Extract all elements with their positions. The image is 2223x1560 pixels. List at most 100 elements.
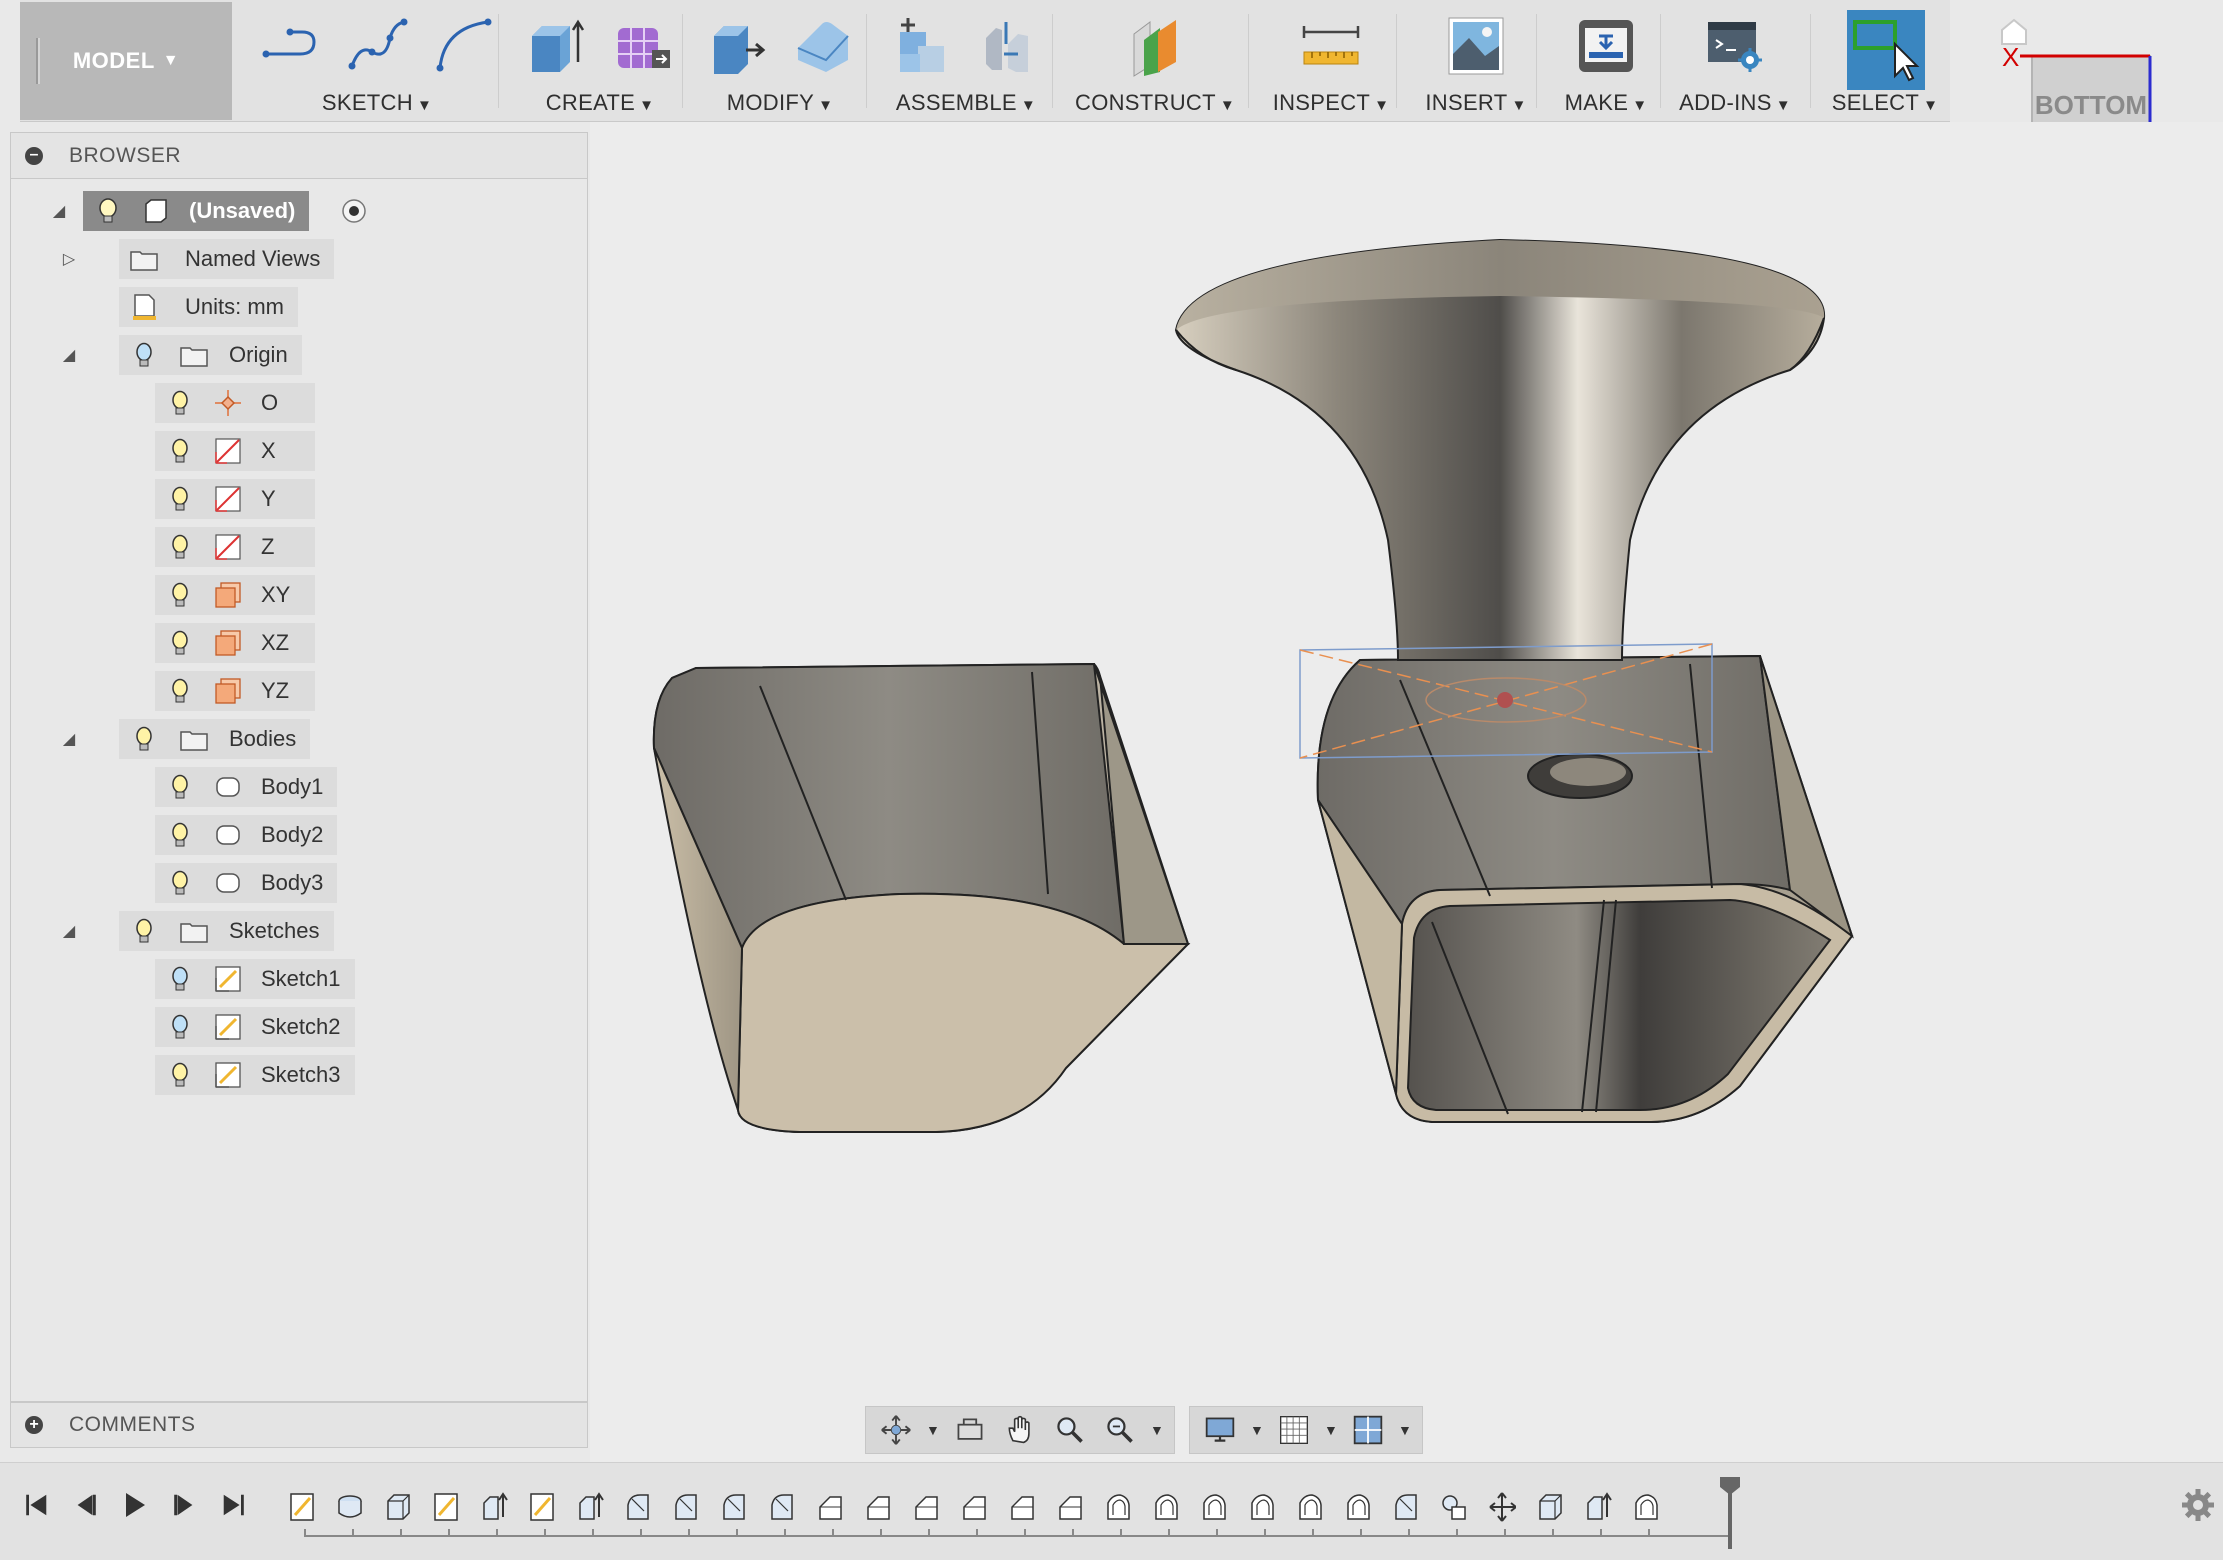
insert-image-icon[interactable]: [1445, 14, 1507, 78]
modify-menu-label[interactable]: MODIFY: [727, 90, 814, 115]
lightbulb-icon[interactable]: [165, 532, 195, 562]
timeline-shell-feature-icon[interactable]: [1296, 1491, 1324, 1523]
timeline-chamfer-feature-icon[interactable]: [1056, 1491, 1084, 1523]
orbit-icon[interactable]: [876, 1412, 916, 1448]
sketches-node[interactable]: Sketches: [119, 911, 334, 951]
expand-triangle-icon[interactable]: ◢: [59, 345, 79, 365]
timeline-shell-feature-icon[interactable]: [1200, 1491, 1228, 1523]
radio-active-icon[interactable]: [339, 196, 369, 226]
collapse-icon[interactable]: –: [25, 146, 43, 165]
inspect-menu-label[interactable]: INSPECT: [1273, 90, 1370, 115]
new-component-icon[interactable]: [892, 14, 954, 78]
timeline-extrude-feature-icon[interactable]: [576, 1491, 604, 1523]
timeline-sketch-feature-icon[interactable]: [528, 1491, 556, 1523]
create-menu-label[interactable]: CREATE: [546, 90, 635, 115]
timeline-chamfer-feature-icon[interactable]: [912, 1491, 940, 1523]
timeline-sketch-feature-icon[interactable]: [288, 1491, 316, 1523]
lightbulb-icon[interactable]: [165, 676, 195, 706]
timeline-chamfer-feature-icon[interactable]: [816, 1491, 844, 1523]
arc-sketch-icon[interactable]: [432, 14, 494, 78]
named-views-node[interactable]: Named Views: [119, 239, 335, 279]
timeline-move-feature-icon[interactable]: [1488, 1491, 1516, 1523]
lightbulb-icon[interactable]: [165, 1012, 195, 1042]
units-node[interactable]: Units: mm: [119, 287, 298, 327]
chevron-down-icon[interactable]: ▼: [926, 1422, 940, 1438]
activate-radio[interactable]: [339, 191, 369, 231]
chevron-down-icon[interactable]: ▼: [1398, 1422, 1412, 1438]
step-forward-icon[interactable]: [164, 1485, 204, 1525]
workspace-switcher-button[interactable]: MODEL ▼: [20, 2, 232, 120]
home-icon[interactable]: [2001, 18, 2027, 45]
lightbulb-icon[interactable]: [165, 388, 195, 418]
timeline-combine-feature-icon[interactable]: [1440, 1491, 1468, 1523]
assemble-menu-label[interactable]: ASSEMBLE: [896, 90, 1017, 115]
joint-icon[interactable]: [978, 14, 1040, 78]
timeline-fillet-feature-icon[interactable]: [1392, 1491, 1420, 1523]
timeline-extrude-feature-icon[interactable]: [1584, 1491, 1612, 1523]
lightbulb-icon[interactable]: [165, 772, 195, 802]
lightbulb-icon[interactable]: [165, 964, 195, 994]
skip-to-end-icon[interactable]: [214, 1485, 254, 1525]
measure-icon[interactable]: [1300, 14, 1362, 78]
lightbulb-icon[interactable]: [129, 724, 159, 754]
body-left-block[interactable]: [652, 662, 1191, 1133]
sketch-item[interactable]: Sketch2: [155, 1007, 355, 1047]
lightbulb-icon[interactable]: [165, 868, 195, 898]
timeline-sketch-feature-icon[interactable]: [432, 1491, 460, 1523]
timeline-shell-feature-icon[interactable]: [1632, 1491, 1660, 1523]
expand-triangle-icon[interactable]: ◢: [49, 201, 69, 221]
lightbulb-icon[interactable]: [165, 1060, 195, 1090]
line-sketch-icon[interactable]: [260, 14, 322, 78]
origin-item-y[interactable]: Y: [155, 479, 315, 519]
browser-header[interactable]: – BROWSER: [11, 133, 587, 179]
spline-sketch-icon[interactable]: [346, 14, 408, 78]
body-right-block[interactable]: [1316, 654, 1854, 1123]
pan-hand-icon[interactable]: [1000, 1412, 1040, 1448]
zoom-icon[interactable]: [1050, 1412, 1090, 1448]
lightbulb-icon[interactable]: [129, 916, 159, 946]
origin-item-z[interactable]: Z: [155, 527, 315, 567]
make-menu-label[interactable]: MAKE: [1565, 90, 1629, 115]
origin-item-xy[interactable]: XY: [155, 575, 315, 615]
lightbulb-icon[interactable]: [165, 628, 195, 658]
body-item[interactable]: Body1: [155, 767, 338, 807]
viewports-icon[interactable]: [1348, 1412, 1388, 1448]
origin-item-xz[interactable]: XZ: [155, 623, 315, 663]
timeline-shell-feature-icon[interactable]: [1344, 1491, 1372, 1523]
timeline-shell-feature-icon[interactable]: [1104, 1491, 1132, 1523]
lightbulb-icon[interactable]: [165, 484, 195, 514]
extrude-icon[interactable]: [526, 14, 588, 78]
timeline-fillet-feature-icon[interactable]: [624, 1491, 652, 1523]
construct-menu-label[interactable]: CONSTRUCT: [1075, 90, 1216, 115]
timeline-fillet-feature-icon[interactable]: [672, 1491, 700, 1523]
tree-root-node[interactable]: (Unsaved): [83, 191, 310, 231]
lightbulb-icon[interactable]: [165, 820, 195, 850]
offset-plane-icon[interactable]: [1124, 14, 1186, 78]
press-pull-icon[interactable]: [706, 14, 768, 78]
chevron-down-icon[interactable]: ▼: [1150, 1422, 1164, 1438]
form-icon[interactable]: [612, 14, 674, 78]
expand-triangle-icon[interactable]: ◢: [59, 729, 79, 749]
body-item[interactable]: Body2: [155, 815, 338, 855]
origin-node[interactable]: Origin: [119, 335, 302, 375]
3d-viewport[interactable]: [590, 122, 2223, 1462]
skip-to-start-icon[interactable]: [16, 1485, 56, 1525]
body-item[interactable]: Body3: [155, 863, 338, 903]
select-menu-label[interactable]: SELECT: [1832, 90, 1919, 115]
play-icon[interactable]: [114, 1485, 154, 1525]
insert-menu-label[interactable]: INSERT: [1425, 90, 1507, 115]
grid-settings-icon[interactable]: [1274, 1412, 1314, 1448]
timeline-marker[interactable]: [1718, 1477, 1742, 1549]
lightbulb-icon[interactable]: [165, 436, 195, 466]
model-scene[interactable]: [590, 122, 2223, 1462]
sketch-center-point[interactable]: [1497, 692, 1513, 708]
timeline-extrude-feature-icon[interactable]: [480, 1491, 508, 1523]
timeline-settings-gear-icon[interactable]: [2180, 1487, 2216, 1523]
lightbulb-icon[interactable]: [129, 340, 159, 370]
timeline-chamfer-feature-icon[interactable]: [960, 1491, 988, 1523]
timeline-box-feature-icon[interactable]: [1536, 1491, 1564, 1523]
fit-zoom-icon[interactable]: [1100, 1412, 1140, 1448]
timeline-box-feature-icon[interactable]: [384, 1491, 412, 1523]
timeline-chamfer-feature-icon[interactable]: [864, 1491, 892, 1523]
display-settings-icon[interactable]: [1200, 1412, 1240, 1448]
